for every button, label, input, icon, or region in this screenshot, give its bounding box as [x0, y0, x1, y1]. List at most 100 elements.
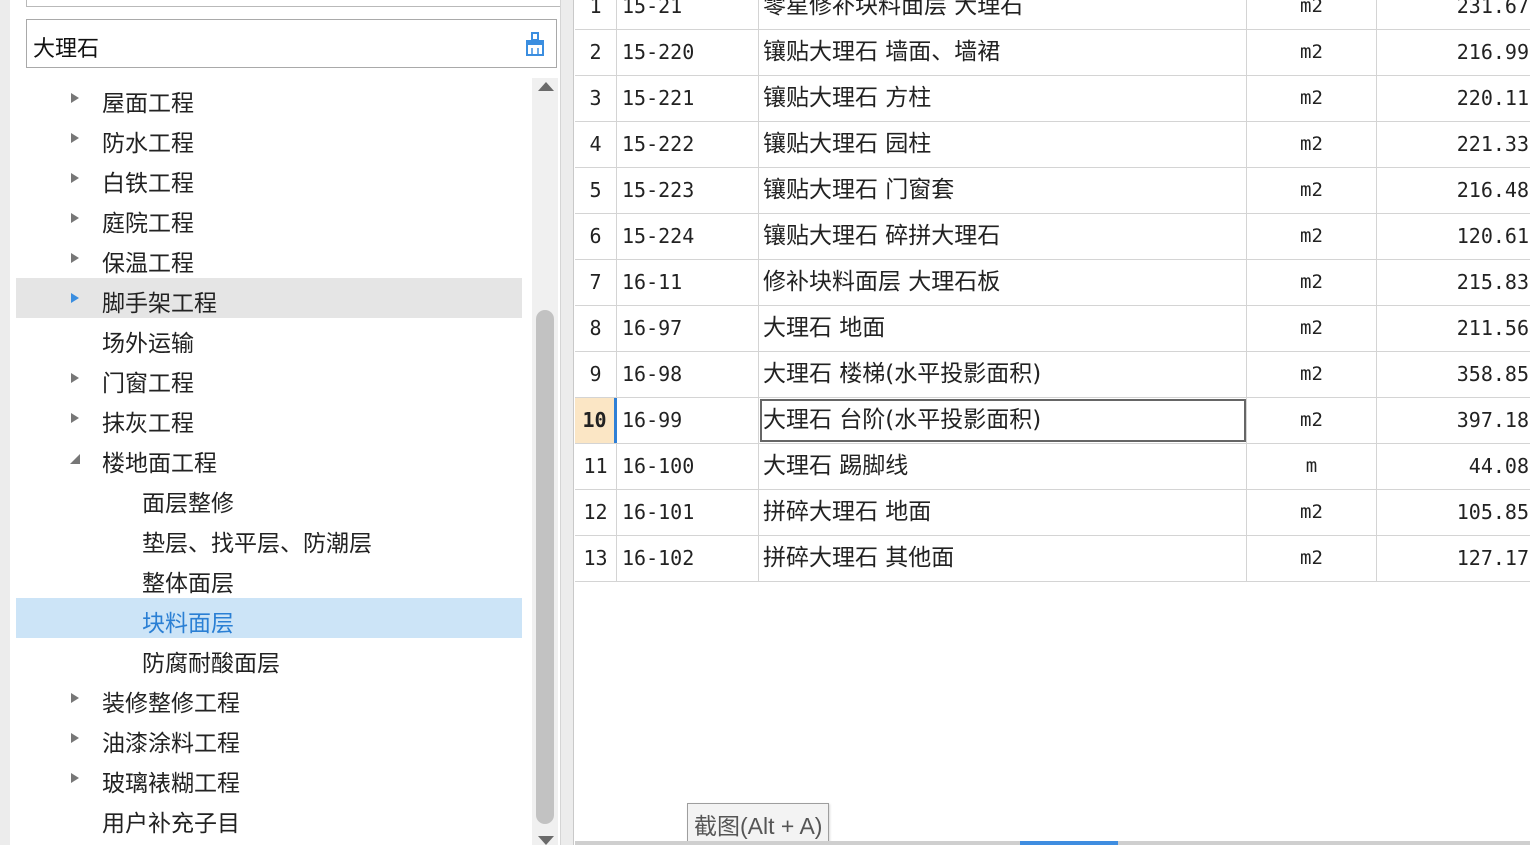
table-row[interactable]: 10 16-99 大理石 台阶(水平投影面积) m2 397.18	[575, 398, 1530, 444]
tree-item[interactable]: 块料面层	[16, 598, 522, 638]
tree-item[interactable]: 装修整修工程	[16, 678, 522, 718]
expanded-triangle-icon[interactable]	[68, 451, 82, 465]
tree-scrollbar[interactable]	[532, 78, 558, 845]
row-number-cell[interactable]: 7	[575, 260, 617, 305]
quota-unit-cell[interactable]: m2	[1247, 490, 1377, 535]
quota-name-cell[interactable]: 镶贴大理石 碎拼大理石	[759, 214, 1247, 259]
quota-unit-cell[interactable]: m2	[1247, 30, 1377, 75]
quota-unit-cell[interactable]: m2	[1247, 260, 1377, 305]
collapsed-triangle-icon[interactable]	[68, 171, 82, 185]
collapsed-triangle-icon[interactable]	[68, 211, 82, 225]
row-number-cell[interactable]: 9	[575, 352, 617, 397]
clear-brush-icon[interactable]	[524, 32, 546, 56]
tree-item[interactable]: 垫层、找平层、防潮层	[16, 518, 522, 558]
quota-name-cell[interactable]: 镶贴大理石 园柱	[759, 122, 1247, 167]
collapsed-triangle-icon[interactable]	[68, 131, 82, 145]
quota-price-cell[interactable]: 44.08	[1377, 444, 1530, 489]
quota-name-cell[interactable]: 镶贴大理石 墙面、墙裙	[759, 30, 1247, 75]
collapsed-triangle-icon[interactable]	[68, 371, 82, 385]
quota-unit-cell[interactable]: m2	[1247, 352, 1377, 397]
search-input[interactable]: 大理石	[26, 19, 557, 68]
quota-code-cell[interactable]: 15-222	[617, 122, 759, 167]
row-number-cell[interactable]: 12	[575, 490, 617, 535]
tree-item[interactable]: 门窗工程	[16, 358, 522, 398]
row-number-cell[interactable]: 1	[575, 0, 617, 29]
quota-unit-cell[interactable]: m2	[1247, 76, 1377, 121]
quota-price-cell[interactable]: 358.85	[1377, 352, 1530, 397]
quota-price-cell[interactable]: 216.48	[1377, 168, 1530, 213]
quota-code-cell[interactable]: 15-220	[617, 30, 759, 75]
quota-price-cell[interactable]: 397.18	[1377, 398, 1530, 443]
row-number-cell[interactable]: 11	[575, 444, 617, 489]
tree-item[interactable]: 用户补充子目	[16, 798, 522, 838]
quota-price-cell[interactable]: 220.11	[1377, 76, 1530, 121]
quota-code-cell[interactable]: 15-224	[617, 214, 759, 259]
table-row[interactable]: 5 15-223 镶贴大理石 门窗套 m2 216.48	[575, 168, 1530, 214]
table-row[interactable]: 8 16-97 大理石 地面 m2 211.56	[575, 306, 1530, 352]
quota-name-cell[interactable]: 修补块料面层 大理石板	[759, 260, 1247, 305]
quota-code-cell[interactable]: 16-97	[617, 306, 759, 351]
tree-item[interactable]: 脚手架工程	[16, 278, 522, 318]
row-number-cell[interactable]: 4	[575, 122, 617, 167]
scroll-thumb[interactable]	[536, 310, 554, 824]
tree-item[interactable]: 防腐耐酸面层	[16, 638, 522, 678]
tree-item[interactable]: 白铁工程	[16, 158, 522, 198]
quota-price-cell[interactable]: 215.83	[1377, 260, 1530, 305]
tree-item[interactable]: 整体面层	[16, 558, 522, 598]
quota-code-cell[interactable]: 16-100	[617, 444, 759, 489]
panel-splitter[interactable]	[560, 0, 574, 845]
quota-name-cell[interactable]: 拼碎大理石 其他面	[759, 536, 1247, 581]
table-row[interactable]: 7 16-11 修补块料面层 大理石板 m2 215.83	[575, 260, 1530, 306]
table-row[interactable]: 13 16-102 拼碎大理石 其他面 m2 127.17	[575, 536, 1530, 582]
table-row[interactable]: 3 15-221 镶贴大理石 方柱 m2 220.11	[575, 76, 1530, 122]
quota-price-cell[interactable]: 105.85	[1377, 490, 1530, 535]
table-row[interactable]: 6 15-224 镶贴大理石 碎拼大理石 m2 120.61	[575, 214, 1530, 260]
row-number-cell[interactable]: 8	[575, 306, 617, 351]
row-number-cell[interactable]: 5	[575, 168, 617, 213]
collapsed-triangle-icon[interactable]	[68, 251, 82, 265]
row-number-cell[interactable]: 6	[575, 214, 617, 259]
quota-price-cell[interactable]: 221.33	[1377, 122, 1530, 167]
tree-item[interactable]: 面层整修	[16, 478, 522, 518]
quota-price-cell[interactable]: 120.61	[1377, 214, 1530, 259]
quota-name-cell[interactable]: 镶贴大理石 门窗套	[759, 168, 1247, 213]
horizontal-scroll-thumb[interactable]	[1020, 841, 1118, 845]
table-row[interactable]: 1 15-21 零星修补块料面层 大理石 m2 231.67	[575, 0, 1530, 30]
tree-item[interactable]: 油漆涂料工程	[16, 718, 522, 758]
collapsed-triangle-icon[interactable]	[68, 291, 82, 305]
quota-name-cell[interactable]: 大理石 楼梯(水平投影面积)	[759, 352, 1247, 397]
quota-unit-cell[interactable]: m	[1247, 444, 1377, 489]
scroll-down-arrow-icon[interactable]	[538, 836, 554, 845]
collapsed-triangle-icon[interactable]	[68, 731, 82, 745]
quota-code-cell[interactable]: 15-21	[617, 0, 759, 29]
collapsed-triangle-icon[interactable]	[68, 691, 82, 705]
row-number-cell[interactable]: 13	[575, 536, 617, 581]
table-row[interactable]: 9 16-98 大理石 楼梯(水平投影面积) m2 358.85	[575, 352, 1530, 398]
tree-item[interactable]: 玻璃裱糊工程	[16, 758, 522, 798]
quota-unit-cell[interactable]: m2	[1247, 306, 1377, 351]
quota-name-cell[interactable]: 零星修补块料面层 大理石	[759, 0, 1247, 29]
quota-name-cell[interactable]: 大理石 踢脚线	[759, 444, 1247, 489]
quota-name-cell[interactable]: 大理石 台阶(水平投影面积)	[759, 398, 1247, 443]
row-number-cell[interactable]: 3	[575, 76, 617, 121]
collapsed-triangle-icon[interactable]	[68, 91, 82, 105]
tree-item[interactable]: 楼地面工程	[16, 438, 522, 478]
quota-code-cell[interactable]: 16-101	[617, 490, 759, 535]
quota-unit-cell[interactable]: m2	[1247, 214, 1377, 259]
quota-name-cell[interactable]: 镶贴大理石 方柱	[759, 76, 1247, 121]
quota-code-cell[interactable]: 15-221	[617, 76, 759, 121]
quota-price-cell[interactable]: 216.99	[1377, 30, 1530, 75]
collapsed-triangle-icon[interactable]	[68, 771, 82, 785]
collapsed-triangle-icon[interactable]	[68, 411, 82, 425]
quota-code-cell[interactable]: 16-102	[617, 536, 759, 581]
tree-item[interactable]: 庭院工程	[16, 198, 522, 238]
tree-item[interactable]: 防水工程	[16, 118, 522, 158]
row-number-cell[interactable]: 2	[575, 30, 617, 75]
quota-price-cell[interactable]: 211.56	[1377, 306, 1530, 351]
tree-item[interactable]: 场外运输	[16, 318, 522, 358]
quota-unit-cell[interactable]: m2	[1247, 398, 1377, 443]
quota-unit-cell[interactable]: m2	[1247, 168, 1377, 213]
table-row[interactable]: 4 15-222 镶贴大理石 园柱 m2 221.33	[575, 122, 1530, 168]
quota-code-cell[interactable]: 16-98	[617, 352, 759, 397]
quota-unit-cell[interactable]: m2	[1247, 122, 1377, 167]
